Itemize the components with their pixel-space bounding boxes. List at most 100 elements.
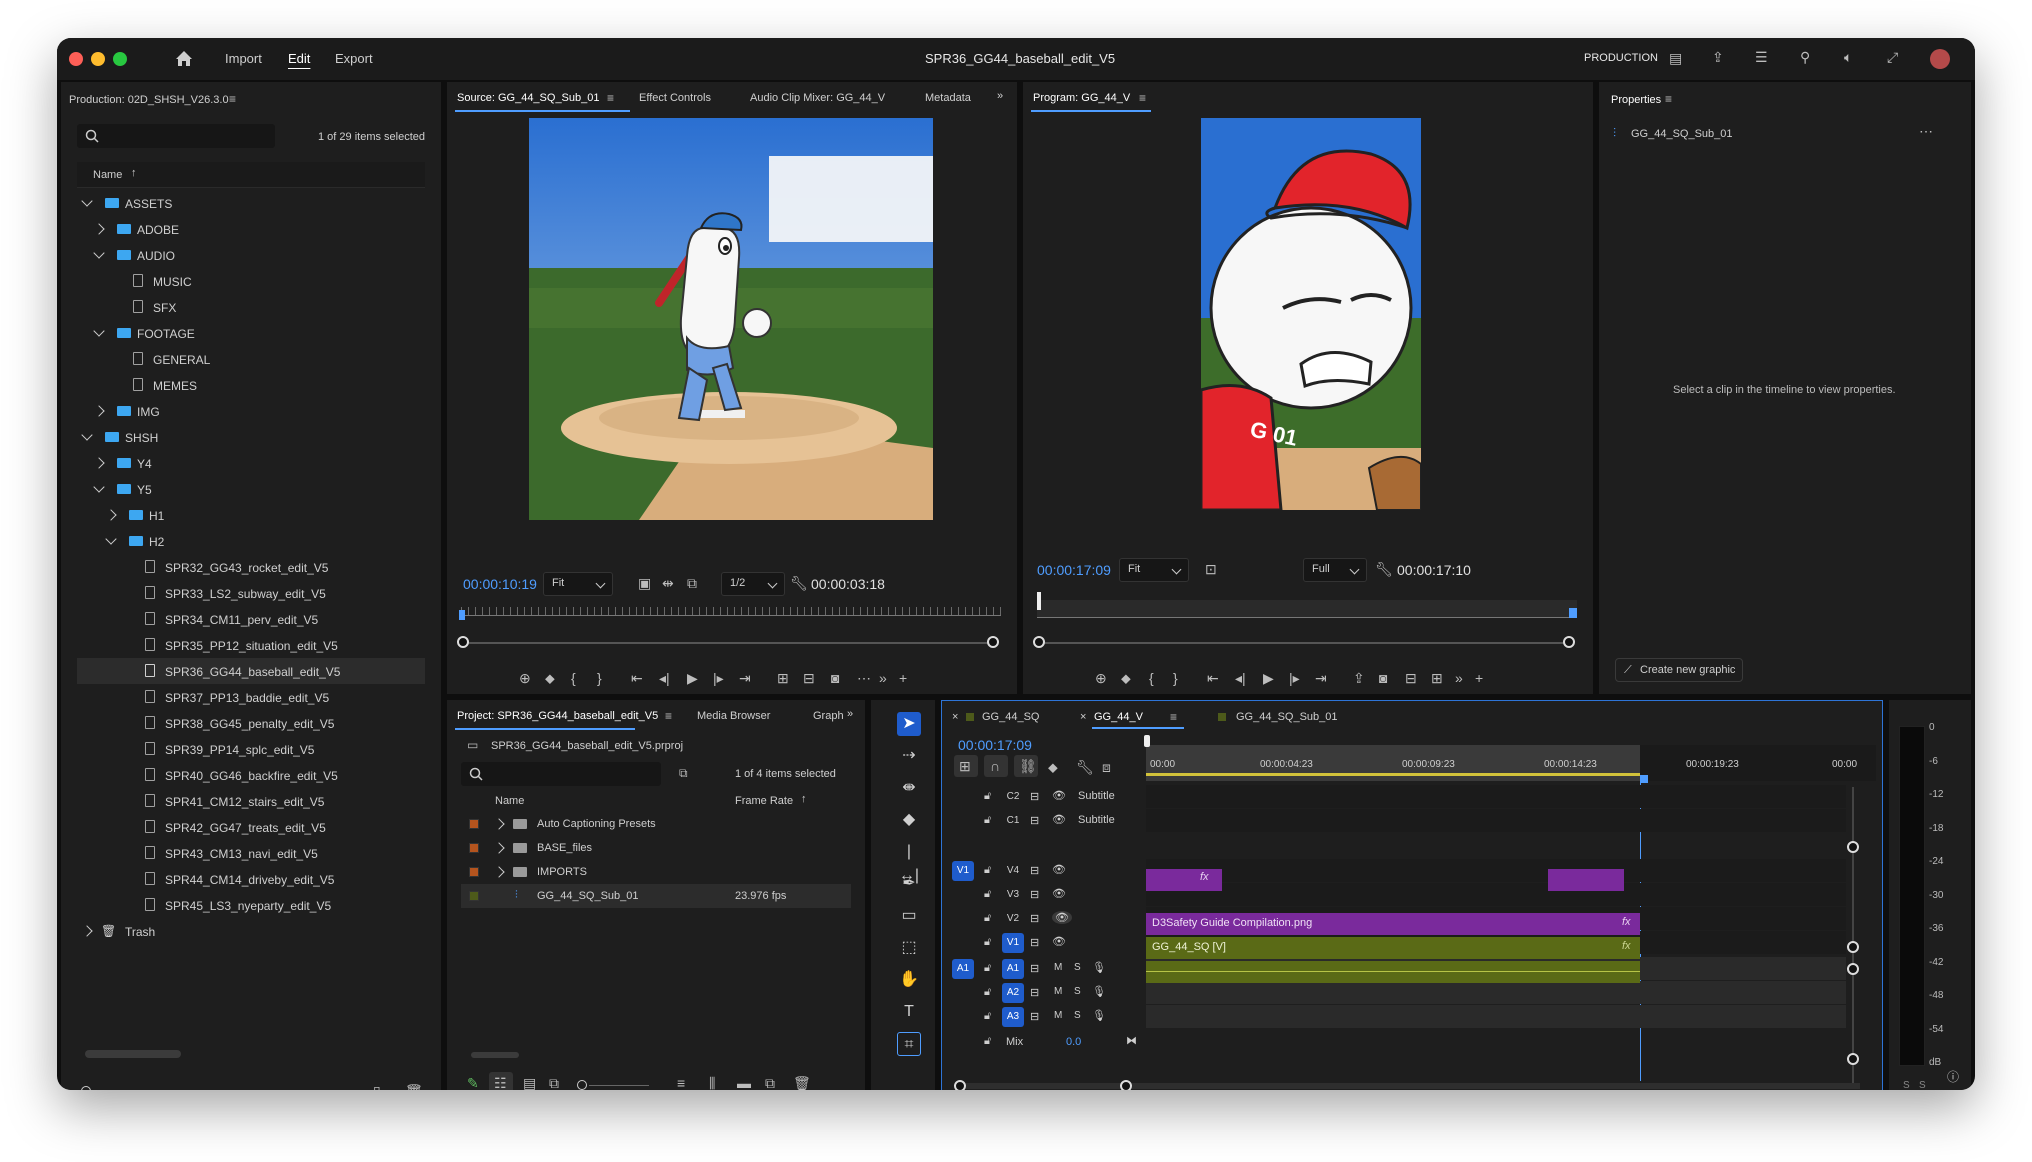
source-resolution-dropdown[interactable]: 1/2 [721,572,785,596]
menu-import[interactable]: Import [225,51,262,66]
tree-item-img[interactable]: IMG [77,398,425,424]
eye-icon[interactable]: 👁︎ [1052,887,1066,900]
program-zoom-left-handle[interactable] [1033,636,1045,648]
track-lane[interactable] [1146,809,1846,832]
automate-to-sequence-icon[interactable]: ⫼ [709,1076,715,1090]
tree-item-adobe[interactable]: ADOBE [77,216,425,242]
eye-icon[interactable]: 👁︎ [1052,813,1066,826]
mix-value[interactable]: 0.0 [1066,1036,1081,1048]
clip-v1[interactable]: GG_44_SQ [V] fx [1146,937,1640,959]
source-patch-a1[interactable]: A1 [952,959,974,979]
program-timecode[interactable]: 00:00:17:09 [1037,562,1111,578]
lock-icon[interactable]: 🔓︎ [984,1010,991,1023]
snap-button[interactable]: ∩ [984,755,1008,777]
tab-project[interactable]: Project: SPR36_GG44_baseball_edit_V5 [455,700,658,730]
tree-item-spr41_cm12_stairs_edit_v5[interactable]: SPR41_CM12_stairs_edit_V5 [77,788,425,814]
chevron-right-icon[interactable] [493,866,505,878]
chevron-down-icon[interactable] [93,481,105,493]
go-to-out-icon[interactable]: ⇥ [739,671,751,685]
project-new-item-icon[interactable]: ⧉ [765,1076,775,1090]
freeform-view-icon[interactable]: ⧉ [549,1076,559,1090]
panel-layout-icon[interactable]: ▤ [1669,51,1682,65]
hand-tool-icon[interactable]: ✋ [897,968,921,992]
tree-item-spr39_pp14_splc_edit_v5[interactable]: SPR39_PP14_splc_edit_V5 [77,736,425,762]
program-time-ruler[interactable] [1037,600,1577,618]
timeline-marker-icon[interactable]: ⬥ [1048,760,1058,774]
tree-item-spr40_gg46_backfire_edit_v5[interactable]: SPR40_GG46_backfire_edit_V5 [77,762,425,788]
volume-icon[interactable]: 🔈︎ [1844,50,1852,64]
track-target-v4[interactable]: V4 [1002,861,1024,881]
program-out-point[interactable] [1569,608,1577,618]
sync-lock-icon[interactable]: ⊟ [1030,936,1039,949]
source-playhead[interactable] [459,610,465,620]
rectangle-tool-icon[interactable]: ▭ [897,904,921,928]
tree-item-h2[interactable]: H2 [77,528,425,554]
tree-item-music[interactable]: MUSIC [77,268,425,294]
add-button-icon[interactable]: + [899,671,907,685]
captions-icon[interactable]: ⧈ [1102,760,1111,774]
voiceover-mic-icon[interactable]: 🎙︎ [1092,1009,1106,1022]
sync-lock-icon[interactable]: ⊟ [1030,888,1039,901]
clip-a1[interactable] [1146,961,1640,983]
mark-out-icon[interactable]: } [597,671,602,685]
new-item-icon[interactable]: ▯ [373,1084,381,1090]
horizontal-scrollbar[interactable] [85,1050,181,1058]
more-options-icon[interactable]: ⋯ [1919,124,1933,138]
program-fit-dropdown[interactable]: Fit [1119,558,1189,582]
list-view-button[interactable]: ☷ [489,1072,513,1090]
lift-icon[interactable]: ⇪ [1353,671,1365,685]
chevron-down-icon[interactable] [93,247,105,259]
tab-source[interactable]: Source: GG_44_SQ_Sub_01 [455,82,630,112]
lock-icon[interactable]: 🔓︎ [984,814,991,827]
chevron-right-icon[interactable] [493,842,505,854]
button-editor-icon[interactable]: ⋯ [857,671,871,685]
project-zoom-track[interactable] [589,1085,649,1086]
mute-button[interactable]: M [1054,986,1062,997]
sync-lock-icon[interactable]: ⊟ [1030,912,1039,925]
program-step-back-icon[interactable]: ◂| [1235,671,1246,685]
icon-view-icon[interactable]: ▤ [523,1076,536,1090]
tree-item-spr36_gg44_baseball_edit_v5[interactable]: SPR36_GG44_baseball_edit_V5 [77,658,425,684]
timeline-hscroll[interactable] [960,1083,1860,1089]
chevron-down-icon[interactable] [93,325,105,337]
chevron-right-icon[interactable] [93,405,105,417]
info-icon[interactable]: ⓘ [1947,1068,1959,1085]
program-settings-icon[interactable]: 🔧︎ [1375,562,1393,576]
tree-item-spr42_gg47_treats_edit_v5[interactable]: SPR42_GG47_treats_edit_V5 [77,814,425,840]
eye-icon[interactable]: 👁︎ [1052,935,1066,948]
program-export-frame-icon[interactable]: ◙ [1379,671,1387,685]
sync-lock-icon[interactable]: ⊟ [1030,986,1039,999]
timeline-tab-1[interactable]: GG_44_SQ [982,711,1039,723]
chevron-down-icon[interactable] [81,195,93,207]
tree-item-footage[interactable]: FOOTAGE [77,320,425,346]
eye-icon[interactable]: 👁︎ [1052,863,1066,876]
menu-export[interactable]: Export [335,51,373,66]
tab-media-browser[interactable]: Media Browser [697,710,770,722]
compare-icon[interactable]: ⇹ [662,576,674,590]
tree-item-spr37_pp13_baddie_edit_v5[interactable]: SPR37_PP13_baddie_edit_V5 [77,684,425,710]
timeline-ruler[interactable]: 00:00 00:00:04:23 00:00:09:23 00:00:14:2… [1146,745,1876,783]
tree-item-spr44_cm14_driveby_edit_v5[interactable]: SPR44_CM14_driveby_edit_V5 [77,866,425,892]
tree-item-memes[interactable]: MEMES [77,372,425,398]
timeline-in-handle[interactable] [1144,735,1150,747]
workspace-label[interactable]: PRODUCTION [1584,52,1658,64]
program-drop-marker-icon[interactable]: ⊕ [1095,671,1107,685]
lock-icon[interactable]: 🔓︎ [984,912,991,925]
track-target-a3[interactable]: A3 [1002,1007,1024,1027]
chevron-down-icon[interactable] [105,533,117,545]
overwrite-icon[interactable]: ⊟ [803,671,815,685]
safe-margins-program-icon[interactable]: ⊡ [1205,562,1217,576]
timeline-timecode[interactable]: 00:00:17:09 [958,737,1032,753]
pencil-icon[interactable]: ✎ [467,1076,479,1090]
column-name[interactable]: Name [93,169,122,181]
lock-icon[interactable]: 🔓︎ [984,986,991,999]
eye-icon[interactable]: 👁︎ [1052,789,1066,802]
lock-icon[interactable]: 🔓︎ [984,864,991,877]
project-column-frame-rate[interactable]: Frame Rate [735,795,793,807]
trim-icon[interactable]: ⊟ [1405,671,1417,685]
slip-tool-icon[interactable]: |↔| [897,840,921,884]
tab-audio-clip-mixer[interactable]: Audio Clip Mixer: GG_44_V [750,92,885,104]
timeline-zoom-right-handle[interactable] [1120,1080,1132,1090]
quick-export-icon[interactable]: ☰ [1755,50,1768,64]
clip-v2[interactable]: D3Safety Guide Compilation.png fx [1146,913,1640,935]
